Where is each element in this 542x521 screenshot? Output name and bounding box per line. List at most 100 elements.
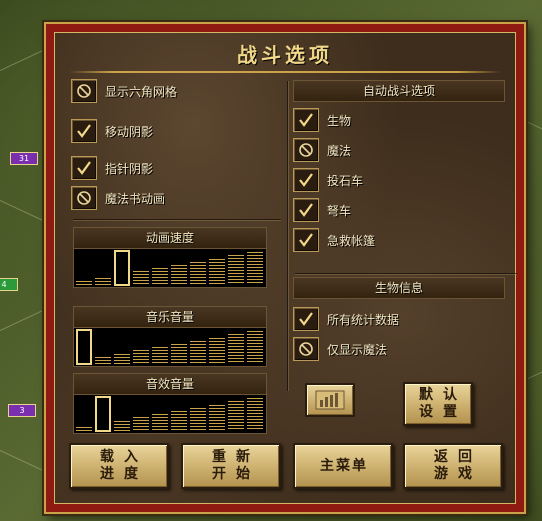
unit-count-badge: 31: [10, 152, 38, 165]
column-divider: [287, 81, 288, 391]
volume-level-bar[interactable]: [152, 268, 168, 285]
slider-handle[interactable]: [76, 329, 92, 365]
checkmark-icon[interactable]: [71, 119, 97, 143]
button-label-line: 默认: [419, 387, 467, 403]
volume-level-bar[interactable]: [133, 350, 149, 364]
option-label: 生物: [327, 113, 352, 128]
volume-level-bar[interactable]: [247, 252, 263, 285]
option-movement-shadow[interactable]: 移动阴影: [71, 118, 153, 144]
button-label-line: 重新: [212, 449, 260, 465]
button-label-line: 载入: [100, 449, 148, 465]
volume-level-bar[interactable]: [228, 334, 244, 364]
volume-level-bar[interactable]: [228, 255, 244, 285]
dialog-title: 战斗选项: [237, 43, 333, 67]
return-to-game-button[interactable]: 返回 游戏: [403, 443, 503, 489]
button-label-line: 进度: [100, 466, 148, 482]
option-label: 魔法: [327, 143, 352, 158]
button-label-line: 设置: [419, 404, 467, 420]
animation-speed-slider[interactable]: [73, 248, 267, 288]
hex-grid-line: [0, 450, 46, 473]
volume-level-bar[interactable]: [76, 281, 92, 285]
checkmark-icon[interactable]: [293, 198, 319, 222]
option-label: 弩车: [327, 203, 352, 218]
checkmark-icon[interactable]: [293, 228, 319, 252]
button-label: 主菜单: [320, 457, 368, 474]
main-menu-button[interactable]: 主菜单: [293, 443, 393, 489]
checkmark-icon[interactable]: [293, 168, 319, 192]
volume-level-bar[interactable]: [209, 258, 225, 285]
sound-volume-slider[interactable]: [73, 394, 267, 434]
volume-level-bar[interactable]: [209, 404, 225, 431]
auto-option-ballista[interactable]: 弩车: [293, 197, 351, 223]
section-divider: [73, 219, 281, 220]
volume-level-bar[interactable]: [133, 417, 149, 431]
volume-level-bar[interactable]: [247, 398, 263, 431]
section-divider: [295, 273, 517, 274]
volume-level-bar[interactable]: [152, 414, 168, 431]
restart-button[interactable]: 重新 开始: [181, 443, 281, 489]
option-label: 移动阴影: [105, 124, 154, 139]
option-hex-grid[interactable]: 显示六角网格: [71, 78, 177, 104]
no-icon[interactable]: [293, 138, 319, 162]
defaults-button[interactable]: 默认 设置: [403, 382, 473, 426]
hex-grid-line: [0, 308, 46, 331]
option-label: 显示六角网格: [105, 84, 178, 99]
volume-level-bar[interactable]: [228, 401, 244, 431]
option-label: 所有统计数据: [327, 312, 400, 327]
volume-level-bar[interactable]: [133, 271, 149, 285]
auto-option-catapult[interactable]: 投石车: [293, 167, 363, 193]
bars-icon: [315, 390, 345, 410]
slider-handle[interactable]: [114, 250, 130, 286]
volume-level-bar[interactable]: [190, 340, 206, 364]
no-icon[interactable]: [71, 79, 97, 103]
option-label: 仅显示魔法: [327, 342, 388, 357]
auto-option-first-aid-tent[interactable]: 急救帐篷: [293, 227, 375, 253]
volume-level-bar[interactable]: [171, 265, 187, 285]
volume-level-bar[interactable]: [171, 344, 187, 364]
option-cursor-shadow[interactable]: 指针阴影: [71, 155, 153, 181]
slider-handle[interactable]: [95, 396, 111, 432]
option-label: 投石车: [327, 173, 364, 188]
creature-option-spells-only[interactable]: 仅显示魔法: [293, 336, 387, 362]
title-divider: [69, 71, 501, 73]
volume-level-bar[interactable]: [76, 427, 92, 431]
button-label-line: 游戏: [434, 466, 482, 482]
volume-level-bar[interactable]: [209, 337, 225, 364]
auto-combat-header: 自动战斗选项: [293, 80, 505, 102]
button-label-line: 返回: [434, 449, 482, 465]
volume-level-bar[interactable]: [247, 331, 263, 364]
checkmark-icon[interactable]: [293, 108, 319, 132]
hex-grid-line: [0, 200, 46, 223]
no-icon[interactable]: [71, 186, 97, 210]
music-volume-header: 音乐音量: [73, 306, 267, 328]
volume-level-bar[interactable]: [190, 261, 206, 285]
option-label: 指针阴影: [105, 161, 154, 176]
option-label: 魔法书动画: [105, 191, 166, 206]
unit-count-badge: 4: [0, 278, 18, 291]
auto-option-spells[interactable]: 魔法: [293, 137, 351, 163]
volume-level-bar[interactable]: [190, 407, 206, 431]
button-label-line: 开始: [212, 466, 260, 482]
checkmark-icon[interactable]: [71, 156, 97, 180]
hex-grid-line: [0, 48, 46, 71]
bars-icon-button[interactable]: [305, 383, 355, 417]
creature-info-header: 生物信息: [293, 277, 505, 299]
volume-level-bar[interactable]: [114, 353, 130, 364]
volume-level-bar[interactable]: [95, 356, 111, 364]
no-icon[interactable]: [293, 337, 319, 361]
music-volume-slider[interactable]: [73, 327, 267, 367]
auto-option-creatures[interactable]: 生物: [293, 107, 351, 133]
checkmark-icon[interactable]: [293, 307, 319, 331]
combat-options-dialog: 战斗选项 显示六角网格 移动阴影 指针阴影 魔法书动画 动画速度 音乐音量 音效…: [44, 22, 526, 514]
load-game-button[interactable]: 载入 进度: [69, 443, 169, 489]
option-label: 急救帐篷: [327, 233, 376, 248]
sound-volume-header: 音效音量: [73, 373, 267, 395]
option-spellbook-animation[interactable]: 魔法书动画: [71, 185, 165, 211]
volume-level-bar[interactable]: [114, 420, 130, 431]
animation-speed-header: 动画速度: [73, 227, 267, 249]
hex-grid-line: [523, 371, 542, 381]
volume-level-bar[interactable]: [152, 347, 168, 364]
creature-option-all-stats[interactable]: 所有统计数据: [293, 306, 399, 332]
volume-level-bar[interactable]: [171, 411, 187, 431]
volume-level-bar[interactable]: [95, 277, 111, 285]
